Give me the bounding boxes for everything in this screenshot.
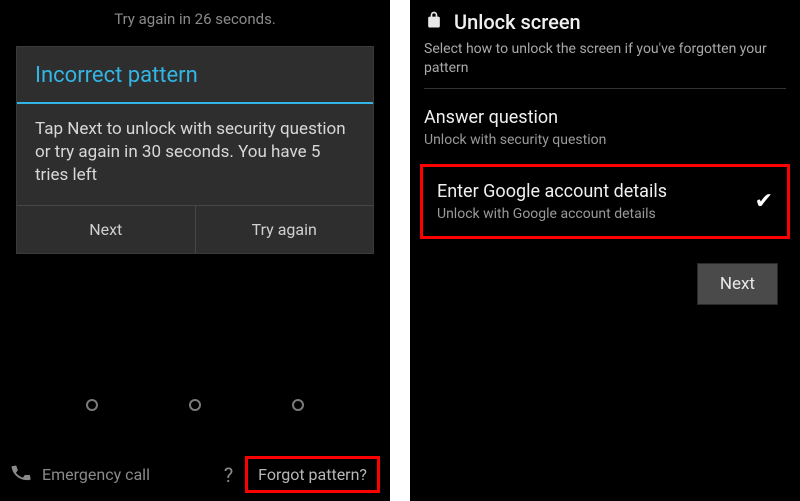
retry-countdown: Try again in 26 seconds. — [0, 0, 390, 46]
unlock-subtitle: Select how to unlock the screen if you'v… — [410, 40, 800, 88]
header-divider — [424, 88, 786, 89]
next-button[interactable]: Next — [17, 206, 195, 253]
bottom-bar: Emergency call ? Forgot pattern? — [0, 456, 390, 493]
help-icon[interactable]: ? — [218, 463, 239, 487]
option-title: Enter Google account details — [437, 181, 745, 202]
emergency-call-button[interactable]: Emergency call — [42, 465, 212, 484]
dialog-title: Incorrect pattern — [17, 47, 373, 102]
dialog-body: Tap Next to unlock with security questio… — [17, 104, 373, 205]
unlock-title: Unlock screen — [454, 10, 581, 34]
panel-divider — [390, 0, 410, 501]
next-row: Next — [410, 241, 800, 305]
pattern-dots-row — [0, 399, 390, 411]
checkmark-icon: ✔ — [745, 189, 773, 214]
option-subtitle: Unlock with Google account details — [437, 206, 745, 222]
next-button[interactable]: Next — [697, 263, 778, 305]
forgot-pattern-button[interactable]: Forgot pattern? — [245, 456, 380, 493]
phone-icon — [10, 462, 32, 488]
incorrect-pattern-dialog: Incorrect pattern Tap Next to unlock wit… — [16, 46, 374, 254]
option-google-account[interactable]: Enter Google account details Unlock with… — [420, 164, 790, 239]
unlock-header: Unlock screen — [410, 0, 800, 40]
option-subtitle: Unlock with security question — [424, 132, 786, 148]
pattern-dot[interactable] — [189, 399, 201, 411]
lock-icon — [424, 10, 444, 34]
pattern-dot[interactable] — [86, 399, 98, 411]
option-answer-question[interactable]: Answer question Unlock with security que… — [410, 95, 800, 162]
lock-screen-panel: Try again in 26 seconds. Incorrect patte… — [0, 0, 390, 501]
pattern-dot[interactable] — [292, 399, 304, 411]
option-title: Answer question — [424, 107, 786, 128]
dialog-buttons: Next Try again — [17, 205, 373, 253]
unlock-screen-panel: Unlock screen Select how to unlock the s… — [410, 0, 800, 501]
try-again-button[interactable]: Try again — [195, 206, 374, 253]
